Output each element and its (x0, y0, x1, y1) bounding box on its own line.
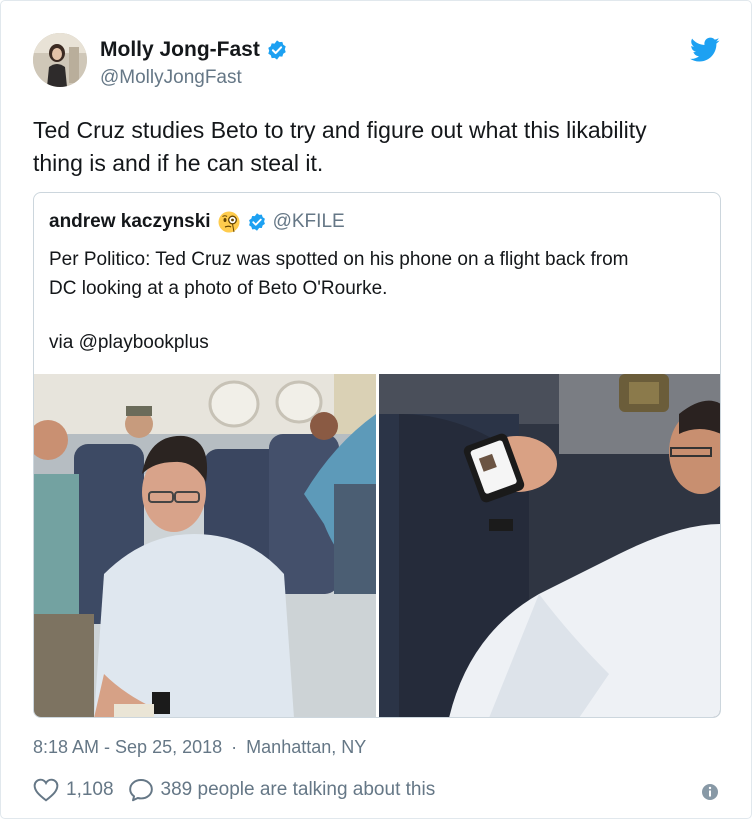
tweet-meta: 8:18 AM - Sep 25, 2018 · Manhattan, NY (33, 737, 366, 758)
quoted-author-row: andrew kaczynski @KFILE (49, 210, 345, 234)
quoted-text-line: DC looking at a photo of Beto O'Rourke. (49, 278, 388, 299)
verified-badge-icon (247, 212, 267, 232)
avatar[interactable] (33, 33, 87, 87)
reply-button[interactable]: 389 people are talking about this (128, 778, 436, 802)
timestamp[interactable]: 8:18 AM - Sep 25, 2018 (33, 737, 222, 757)
talking-count: 389 people are talking about this (160, 779, 436, 800)
photo-left[interactable] (34, 374, 376, 717)
quoted-via-text: via @playbookplus (49, 332, 209, 353)
quoted-text-line: Per Politico: Ted Cruz was spotted on hi… (49, 249, 629, 270)
tweet-text-line: Ted Cruz studies Beto to try and figure … (33, 117, 647, 143)
face-with-monocle-icon (217, 210, 241, 234)
quoted-tweet[interactable]: andrew kaczynski @KFILE Per Politico: Te… (33, 192, 721, 718)
heart-icon (33, 778, 59, 802)
like-button[interactable]: 1,108 (33, 778, 114, 802)
quoted-photos (34, 374, 720, 717)
reply-bubble-icon (128, 778, 154, 802)
info-icon[interactable] (701, 783, 719, 801)
tweet-text: Ted Cruz studies Beto to try and figure … (33, 114, 713, 180)
author-name-row[interactable]: Molly Jong-Fast (100, 38, 288, 62)
tweet-actions: 1,108 389 people are talking about this (33, 778, 449, 802)
verified-badge-icon (266, 39, 288, 61)
twitter-bird-icon[interactable] (690, 37, 720, 63)
like-count: 1,108 (66, 779, 114, 800)
meta-separator: · (231, 737, 238, 757)
author-handle[interactable]: @MollyJongFast (100, 67, 242, 89)
quoted-tweet-text: Per Politico: Ted Cruz was spotted on hi… (49, 245, 709, 303)
quoted-handle: @KFILE (272, 211, 345, 232)
photo-right[interactable] (378, 374, 720, 717)
tweet-text-line: thing is and if he can steal it. (33, 150, 324, 176)
embedded-tweet-card: Molly Jong-Fast @MollyJongFast Ted Cruz … (0, 0, 752, 819)
location[interactable]: Manhattan, NY (246, 737, 366, 757)
author-display-name[interactable]: Molly Jong-Fast (100, 38, 260, 62)
quoted-display-name: andrew kaczynski (49, 211, 211, 232)
